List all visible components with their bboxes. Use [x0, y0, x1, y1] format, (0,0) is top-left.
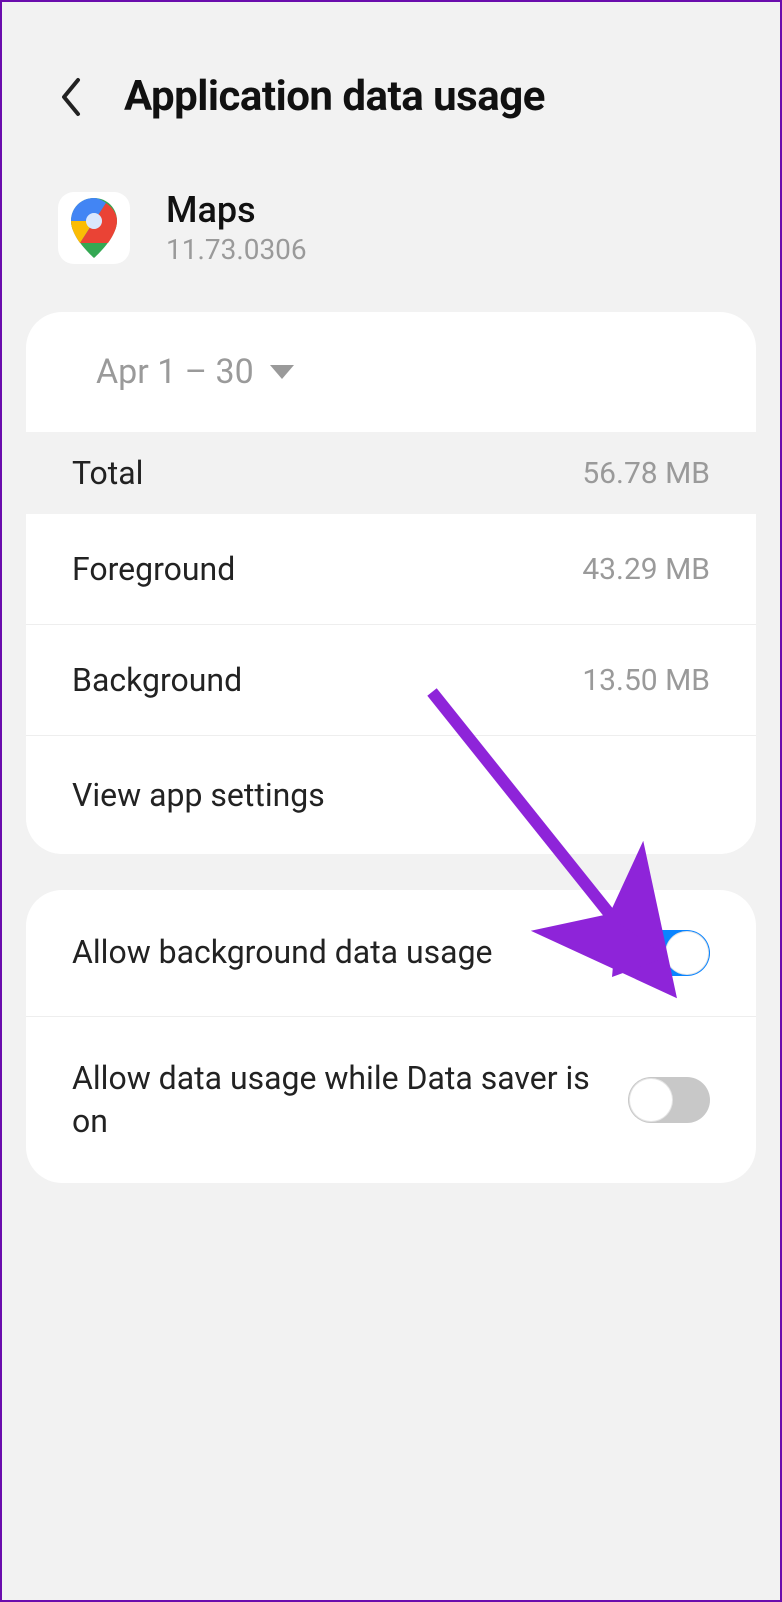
foreground-row: Foreground 43.29 MB: [26, 514, 756, 625]
allow-data-saver-toggle[interactable]: [628, 1077, 710, 1123]
total-label: Total: [72, 454, 143, 492]
background-value: 13.50 MB: [582, 663, 710, 698]
date-range-selector[interactable]: Apr 1 – 30: [26, 312, 756, 432]
view-app-settings-link[interactable]: View app settings: [26, 736, 756, 854]
allow-data-saver-label: Allow data usage while Data saver is on: [72, 1057, 592, 1143]
back-icon[interactable]: [58, 76, 82, 118]
page-title: Application data usage: [124, 72, 545, 121]
allow-data-saver-row: Allow data usage while Data saver is on: [26, 1017, 756, 1183]
toggles-card: Allow background data usage Allow data u…: [26, 890, 756, 1183]
allow-bg-data-row: Allow background data usage: [26, 890, 756, 1017]
app-name: Maps: [166, 189, 307, 231]
foreground-label: Foreground: [72, 550, 235, 588]
allow-bg-data-label: Allow background data usage: [72, 931, 493, 974]
foreground-value: 43.29 MB: [582, 552, 710, 587]
header: Application data usage: [2, 2, 780, 171]
allow-bg-data-toggle[interactable]: [628, 930, 710, 976]
maps-app-icon: [58, 192, 130, 264]
chevron-down-icon: [270, 365, 294, 379]
toggle-knob: [629, 1078, 673, 1122]
background-row: Background 13.50 MB: [26, 625, 756, 736]
background-label: Background: [72, 661, 242, 699]
app-info-row: Maps 11.73.0306: [2, 171, 780, 294]
total-value: 56.78 MB: [582, 456, 710, 491]
app-version: 11.73.0306: [166, 233, 307, 266]
toggle-knob: [665, 931, 709, 975]
stats-group: Foreground 43.29 MB Background 13.50 MB …: [26, 514, 756, 854]
date-range-text: Apr 1 – 30: [96, 352, 254, 392]
total-row: Total 56.78 MB: [26, 432, 756, 514]
date-range-card: Apr 1 – 30: [26, 312, 756, 432]
